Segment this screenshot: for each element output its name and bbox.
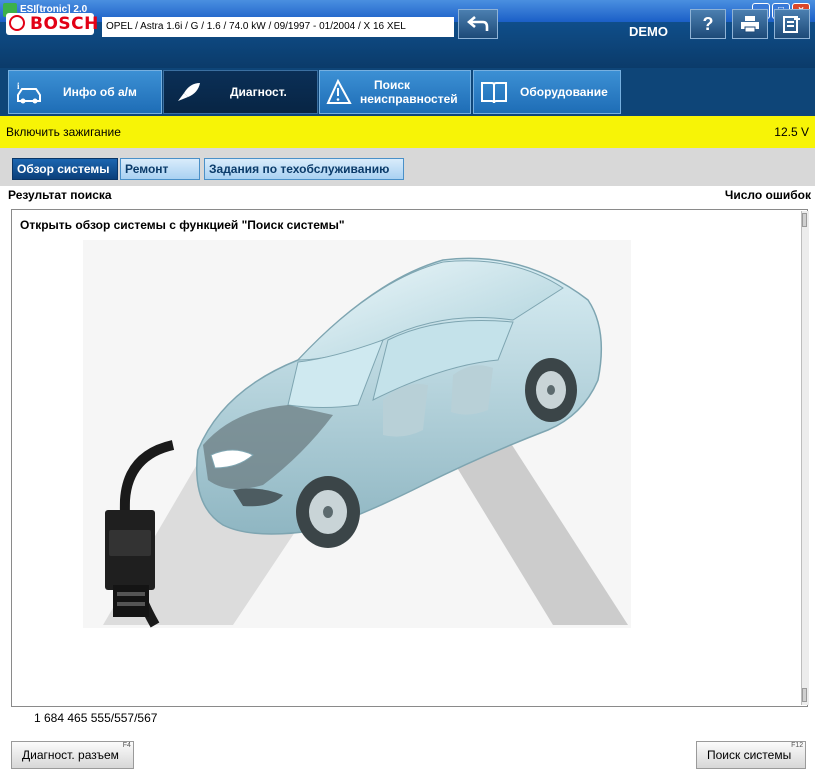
sub-tabs: Обзор системы Ремонт Задания по техобслу… — [0, 148, 815, 186]
battery-voltage: 12.5 V — [774, 125, 809, 139]
bosch-ring-icon — [9, 15, 25, 31]
car-obd-connector-illustration[interactable] — [83, 240, 631, 628]
svg-text:i: i — [17, 81, 20, 91]
diagnosis-plug-icon — [178, 83, 200, 101]
status-bar: Включить зажигание 12.5 V — [0, 116, 815, 148]
document-menu-icon — [783, 16, 800, 33]
system-search-button[interactable]: Поиск системы F12 — [696, 741, 807, 769]
print-button[interactable] — [732, 9, 768, 39]
tab-diagnosis[interactable]: Диагност. — [163, 70, 318, 114]
function-key-hint: F12 — [791, 742, 804, 749]
tab-vehicle-info-label: Инфо об а/м — [63, 85, 137, 99]
system-search-label: Поиск системы — [707, 748, 792, 762]
menu-button[interactable] — [774, 9, 810, 39]
tab-diagnosis-label: Диагност. — [230, 85, 287, 99]
scroll-down-arrow[interactable] — [802, 688, 807, 702]
tab-troubleshooting-label-1: Поиск — [374, 78, 411, 92]
scroll-up-arrow[interactable] — [802, 213, 807, 227]
search-result-header: Результат поиска — [8, 188, 112, 202]
back-button[interactable] — [458, 9, 498, 39]
subtab-maintenance[interactable]: Задания по техобслуживанию — [204, 158, 404, 180]
diagnostic-connector-label: Диагност. разъем — [22, 748, 119, 762]
car-info-icon: i — [17, 81, 41, 104]
subtab-system-overview[interactable]: Обзор системы — [12, 158, 118, 180]
system-search-caption[interactable]: Открыть обзор системы с функцией "Поиск … — [20, 218, 345, 232]
part-number: 1 684 465 555/557/567 — [34, 711, 158, 725]
warning-car-icon — [326, 79, 352, 104]
tab-troubleshooting[interactable]: Поиск неисправностей — [319, 70, 471, 114]
subtab-repair[interactable]: Ремонт — [120, 158, 200, 180]
help-button[interactable]: ? — [690, 9, 726, 39]
back-arrow-icon — [466, 16, 489, 31]
printer-icon — [741, 16, 759, 33]
error-count-header: Число ошибок — [724, 188, 811, 202]
help-icon: ? — [702, 14, 714, 34]
vertical-scrollbar[interactable] — [801, 211, 809, 705]
function-key-hint: F4 — [122, 742, 131, 749]
status-message: Включить зажигание — [6, 125, 121, 139]
demo-label: DEMO — [629, 24, 668, 39]
tab-troubleshooting-label-2: неисправностей — [360, 92, 458, 106]
vehicle-info: OPEL / Astra 1.6i / G / 1.6 / 74.0 kW / … — [102, 17, 454, 37]
diagnostic-connector-button[interactable]: Диагност. разъем F4 — [11, 741, 134, 769]
brand-name: BOSCH — [30, 14, 99, 34]
tab-equipment-label: Оборудование — [520, 85, 608, 99]
book-icon — [481, 82, 507, 104]
tab-vehicle-info[interactable]: i Инфо об а/м — [8, 70, 162, 114]
tab-equipment[interactable]: Оборудование — [473, 70, 621, 114]
